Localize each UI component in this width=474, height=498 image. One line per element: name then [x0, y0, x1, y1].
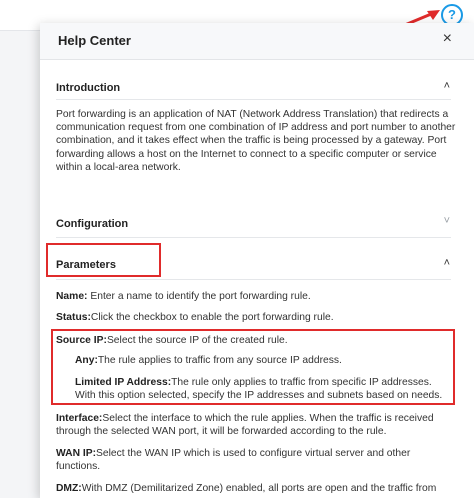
section-title-configuration[interactable]: Configuration	[56, 218, 128, 230]
param-desc: The rule only applies to traffic from sp…	[171, 377, 432, 388]
param-term: DMZ:	[56, 483, 82, 494]
chevron-up-icon[interactable]: ˄	[444, 81, 450, 92]
param-status: Status:Click the checkbox to enable the …	[56, 311, 334, 324]
section-title-parameters[interactable]: Parameters	[56, 259, 116, 271]
param-wan-ip-cont: functions.	[56, 461, 101, 472]
divider	[56, 237, 451, 238]
param-desc: The rule applies to traffic from any sou…	[97, 355, 342, 366]
param-source-any: Any:The rule applies to traffic from any…	[75, 354, 342, 367]
param-source-ip: Source IP:Select the source IP of the cr…	[56, 334, 288, 347]
param-interface-cont: through the selected WAN port, it will b…	[56, 426, 387, 437]
param-wan-ip: WAN IP:Select the WAN IP which is used t…	[56, 447, 410, 460]
chevron-up-icon[interactable]: ˄	[444, 258, 450, 269]
param-desc: With DMZ (Demilitarized Zone) enabled, a…	[81, 483, 437, 494]
divider	[56, 99, 451, 100]
close-icon[interactable]: ×	[443, 30, 452, 48]
param-source-limited-cont: With this option selected, specify the I…	[75, 390, 443, 401]
param-source-limited: Limited IP Address:The rule only applies…	[75, 376, 432, 389]
param-term: WAN IP:	[56, 448, 97, 459]
param-dmz: DMZ:With DMZ (Demilitarized Zone) enable…	[56, 482, 436, 495]
param-desc: Select the WAN IP which is used to confi…	[96, 448, 411, 459]
panel-header: Help Center ×	[40, 23, 474, 60]
divider	[56, 279, 451, 280]
param-term: Name:	[56, 291, 88, 302]
param-interface: Interface:Select the interface to which …	[56, 412, 434, 425]
param-term: Interface:	[56, 413, 103, 424]
param-term: Limited IP Address:	[75, 377, 172, 388]
panel-title: Help Center	[58, 33, 131, 48]
introduction-text: Port forwarding is an application of NAT…	[56, 109, 456, 173]
section-title-introduction[interactable]: Introduction	[56, 82, 120, 94]
param-desc: Select the interface to which the rule a…	[102, 413, 434, 424]
param-desc: Click the checkbox to enable the port fo…	[90, 312, 334, 323]
chevron-down-icon[interactable]: ˅	[444, 216, 450, 227]
param-term: Source IP:	[56, 335, 107, 346]
param-term: Any:	[75, 355, 98, 366]
param-desc: Enter a name to identify the port forwar…	[87, 291, 311, 302]
param-desc: Select the source IP of the created rule…	[106, 335, 288, 346]
param-term: Status:	[56, 312, 91, 323]
help-center-panel: Help Center × Introduction ˄ Port forwar…	[40, 23, 474, 498]
param-name: Name: Enter a name to identify the port …	[56, 290, 311, 303]
